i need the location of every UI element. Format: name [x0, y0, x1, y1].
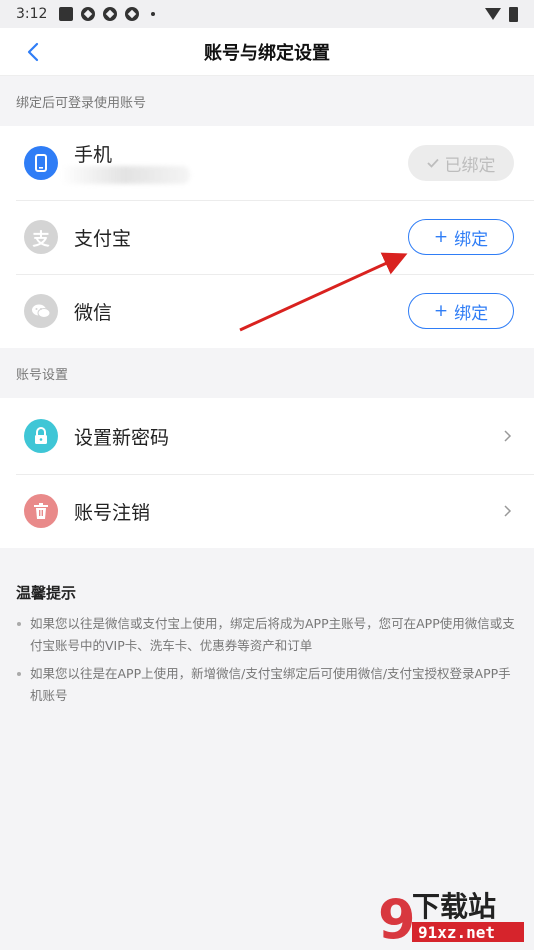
app-notification-icon [125, 7, 140, 21]
section-label-account: 账号设置 [16, 367, 69, 383]
status-bar: 3:12 [0, 0, 534, 28]
svg-text:91xz.net: 91xz.net [418, 923, 495, 942]
alipay-icon: 支 [24, 220, 58, 254]
bound-button: 已绑定 [408, 145, 514, 181]
page-title: 账号与绑定设置 [204, 42, 330, 64]
wechat-icon [24, 294, 58, 328]
delete-account-row[interactable]: 账号注销 [0, 474, 534, 548]
tip-item: 如果您以往是微信或支付宝上使用，绑定后将成为APP主账号，您可在APP使用微信或… [16, 613, 518, 657]
site-watermark-logo: 9 下载站 91xz.net [378, 888, 524, 946]
lock-icon [24, 419, 58, 453]
chevron-right-icon [504, 505, 512, 517]
chevron-left-icon[interactable] [22, 40, 46, 64]
plus-icon: + [433, 227, 449, 247]
plus-icon: + [433, 301, 449, 321]
bind-alipay-button[interactable]: + 绑定 [408, 219, 514, 255]
more-notifications-icon [151, 12, 156, 16]
row-label: 账号注销 [74, 501, 151, 524]
section-label-bind: 绑定后可登录使用账号 [16, 95, 147, 111]
chevron-right-icon [504, 430, 512, 442]
notification-icon [59, 7, 74, 21]
account-settings-list: 设置新密码 账号注销 [0, 398, 534, 548]
tip-item: 如果您以往是在APP上使用，新增微信/支付宝绑定后可使用微信/支付宝授权登录AP… [16, 663, 518, 707]
tips-title: 温馨提示 [16, 584, 77, 602]
bind-row-phone: 手机 已绑定 [0, 126, 534, 200]
svg-text:9: 9 [378, 888, 416, 946]
phone-icon [24, 146, 58, 180]
wifi-icon [485, 8, 501, 20]
bind-row-label: 微信 [74, 301, 113, 324]
tips-section: 温馨提示 如果您以往是微信或支付宝上使用，绑定后将成为APP主账号，您可在APP… [0, 548, 534, 707]
row-label: 设置新密码 [74, 426, 170, 449]
svg-text:下载站: 下载站 [412, 890, 496, 923]
bind-list: 手机 已绑定 支 支付宝 + 绑定 微信 + 绑定 [0, 126, 534, 348]
battery-icon [509, 6, 518, 22]
bind-row-alipay: 支 支付宝 + 绑定 [0, 200, 534, 274]
bind-row-label: 支付宝 [74, 227, 132, 250]
trash-icon [24, 494, 58, 528]
app-notification-icon [81, 7, 96, 21]
masked-phone-number [60, 166, 190, 184]
nav-bar: 账号与绑定设置 [0, 28, 534, 76]
status-time: 3:12 [16, 6, 48, 22]
check-icon [426, 158, 439, 168]
app-notification-icon [103, 7, 118, 21]
bind-row-wechat: 微信 + 绑定 [0, 274, 534, 348]
bind-row-label: 手机 [74, 144, 113, 164]
bind-wechat-button[interactable]: + 绑定 [408, 293, 514, 329]
set-password-row[interactable]: 设置新密码 [0, 398, 534, 474]
